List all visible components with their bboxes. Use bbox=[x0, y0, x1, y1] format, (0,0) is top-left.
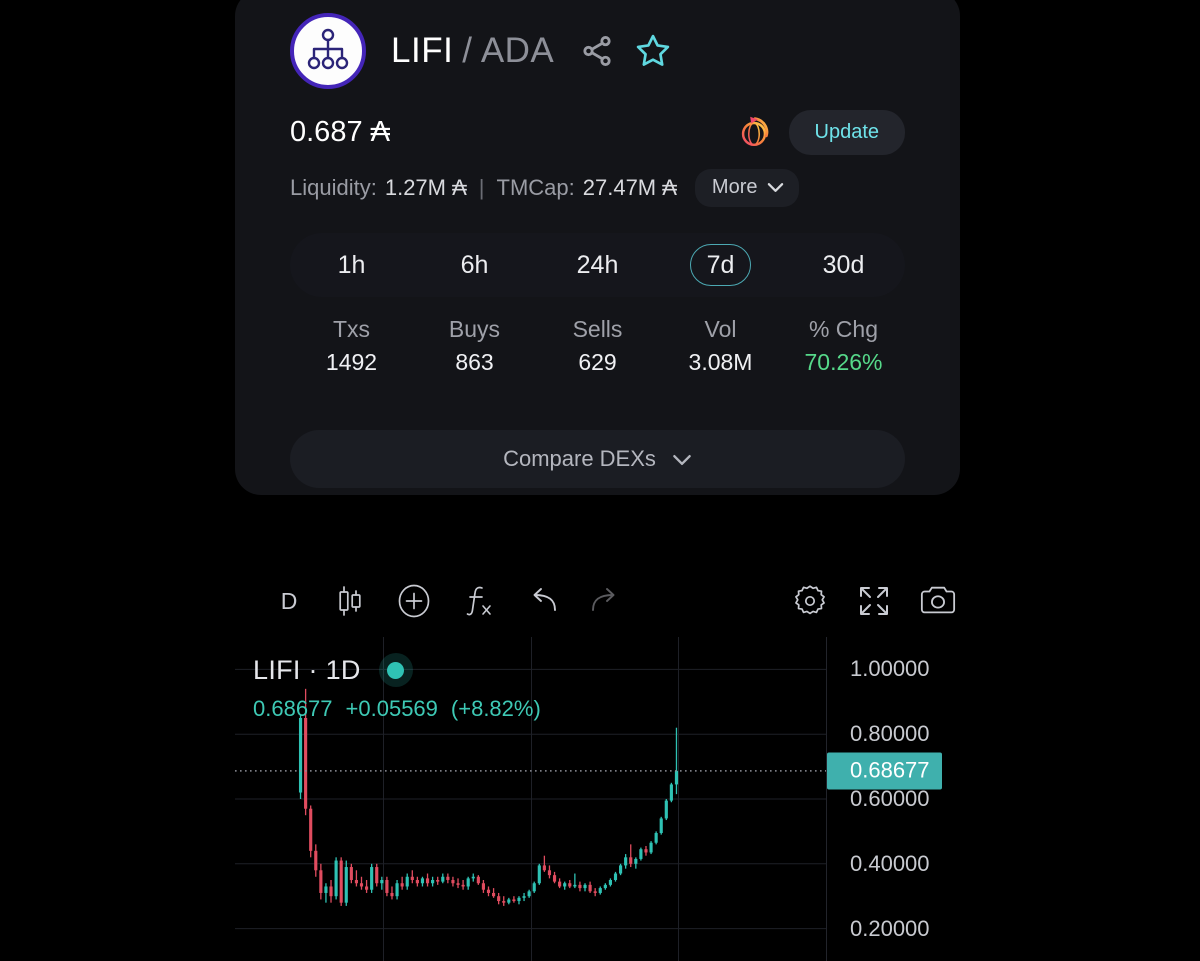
compare-dexs-label: Compare DEXs bbox=[503, 446, 656, 471]
redo-arrow-icon[interactable] bbox=[574, 575, 638, 627]
stat-value: 3.08M bbox=[688, 349, 753, 375]
update-button[interactable]: Update bbox=[788, 109, 905, 155]
liquidity-value: 1.27M ₳ bbox=[384, 175, 467, 200]
price-currency-symbol: ₳ bbox=[370, 115, 390, 148]
token-price: 0.687 ₳ bbox=[290, 116, 390, 149]
tmcap-label: TMCap: bbox=[496, 175, 575, 200]
stat-txs: Txs 1492 bbox=[290, 316, 413, 376]
pair-name: LIFI / ADA bbox=[391, 31, 554, 71]
chevron-down-icon bbox=[767, 176, 784, 199]
chart-section: D LIFI · 1D 0.68677 +0.05569 (+8.82%) 1.… bbox=[235, 565, 970, 961]
chart-toolbar: D bbox=[235, 565, 970, 637]
price-row: 0.687 ₳ Update bbox=[235, 90, 960, 155]
price-axis[interactable]: 1.00000 0.80000 0.60000 0.40000 0.20000 0.686… bbox=[826, 637, 970, 961]
stat-sells: Sells 629 bbox=[536, 316, 659, 376]
price-axis-tick: 0.40000 bbox=[850, 850, 930, 876]
stat-vol: Vol 3.08M bbox=[659, 316, 782, 376]
candlestick-plot[interactable] bbox=[235, 637, 826, 961]
timeframe-tab-6h[interactable]: 6h bbox=[413, 233, 536, 297]
token-logo bbox=[290, 13, 366, 89]
price-axis-tick: 0.60000 bbox=[850, 786, 930, 811]
pair-header: LIFI / ADA bbox=[235, 12, 960, 90]
timeframe-tab-label: 7d bbox=[689, 243, 752, 287]
stat-value: 863 bbox=[455, 349, 494, 375]
timeframe-tab-label: 30d bbox=[822, 250, 865, 279]
stat-label: Buys bbox=[448, 316, 501, 342]
dex-logo-icon bbox=[735, 113, 773, 151]
quote-symbol: / ADA bbox=[462, 31, 555, 70]
stat-value: 70.26% bbox=[804, 349, 883, 375]
timeframe-tab-24h[interactable]: 24h bbox=[536, 233, 659, 297]
timeframe-tab-label: 1h bbox=[337, 250, 366, 279]
meta-separator: | bbox=[478, 175, 485, 200]
price-axis-tick: 1.00000 bbox=[850, 656, 930, 682]
stat-value: 1492 bbox=[325, 349, 378, 375]
stat-chg: % Chg 70.26% bbox=[782, 316, 905, 376]
price-axis-tick: 0.80000 bbox=[850, 721, 930, 747]
camera-icon[interactable] bbox=[906, 575, 970, 627]
stat-label: Vol bbox=[704, 316, 737, 342]
more-label: More bbox=[711, 176, 758, 198]
token-info-card: LIFI / ADA 0.687 ₳ Update Liquidity: 1.2… bbox=[235, 0, 960, 495]
stats-row: Txs 1492 Buys 863 Sells 629 Vol 3.08M % Chg 70.26… bbox=[290, 316, 905, 376]
liquidity-marketcap-row: Liquidity: 1.27M ₳ | TMCap: 27.47M ₳ Mor… bbox=[235, 152, 960, 207]
stat-label: Sells bbox=[572, 316, 623, 342]
star-icon[interactable] bbox=[634, 32, 672, 70]
timeframe-tabs: 1h 6h 24h 7d 30d bbox=[290, 233, 905, 297]
candlestick-svg bbox=[235, 637, 826, 961]
undo-arrow-icon[interactable] bbox=[510, 575, 574, 627]
liquidity-label: Liquidity: bbox=[290, 175, 377, 200]
interval-button[interactable]: D bbox=[260, 588, 318, 615]
timeframe-tab-label: 6h bbox=[460, 250, 489, 279]
compare-dexs-button[interactable]: Compare DEXs bbox=[290, 430, 905, 488]
tmcap-value: 27.47M ₳ bbox=[582, 175, 677, 200]
hierarchy-tree-icon bbox=[306, 27, 350, 76]
timeframe-tab-30d[interactable]: 30d bbox=[782, 233, 905, 297]
stat-buys: Buys 863 bbox=[413, 316, 536, 376]
timeframe-tab-7d[interactable]: 7d bbox=[659, 233, 782, 297]
price-axis-tick: 0.20000 bbox=[850, 915, 930, 941]
timeframe-tab-label: 24h bbox=[576, 250, 619, 279]
timeframe-tab-1h[interactable]: 1h bbox=[290, 233, 413, 297]
share-icon[interactable] bbox=[580, 34, 614, 68]
gear-icon[interactable] bbox=[778, 575, 842, 627]
more-button[interactable]: More bbox=[694, 169, 799, 207]
chart-canvas[interactable]: LIFI · 1D 0.68677 +0.05569 (+8.82%) 1.00… bbox=[235, 637, 970, 961]
stat-value: 629 bbox=[578, 349, 617, 375]
base-symbol: LIFI bbox=[391, 31, 454, 70]
fullscreen-icon[interactable] bbox=[842, 575, 906, 627]
stat-label: % Chg bbox=[808, 316, 879, 342]
current-price-tag: 0.68677 bbox=[827, 752, 942, 790]
formula-button[interactable] bbox=[446, 575, 510, 627]
price-number: 0.687 bbox=[290, 115, 363, 148]
add-indicator-button[interactable] bbox=[382, 575, 446, 627]
chevron-down-icon bbox=[672, 446, 692, 472]
chart-type-button[interactable] bbox=[318, 575, 382, 627]
stat-label: Txs bbox=[332, 316, 371, 342]
